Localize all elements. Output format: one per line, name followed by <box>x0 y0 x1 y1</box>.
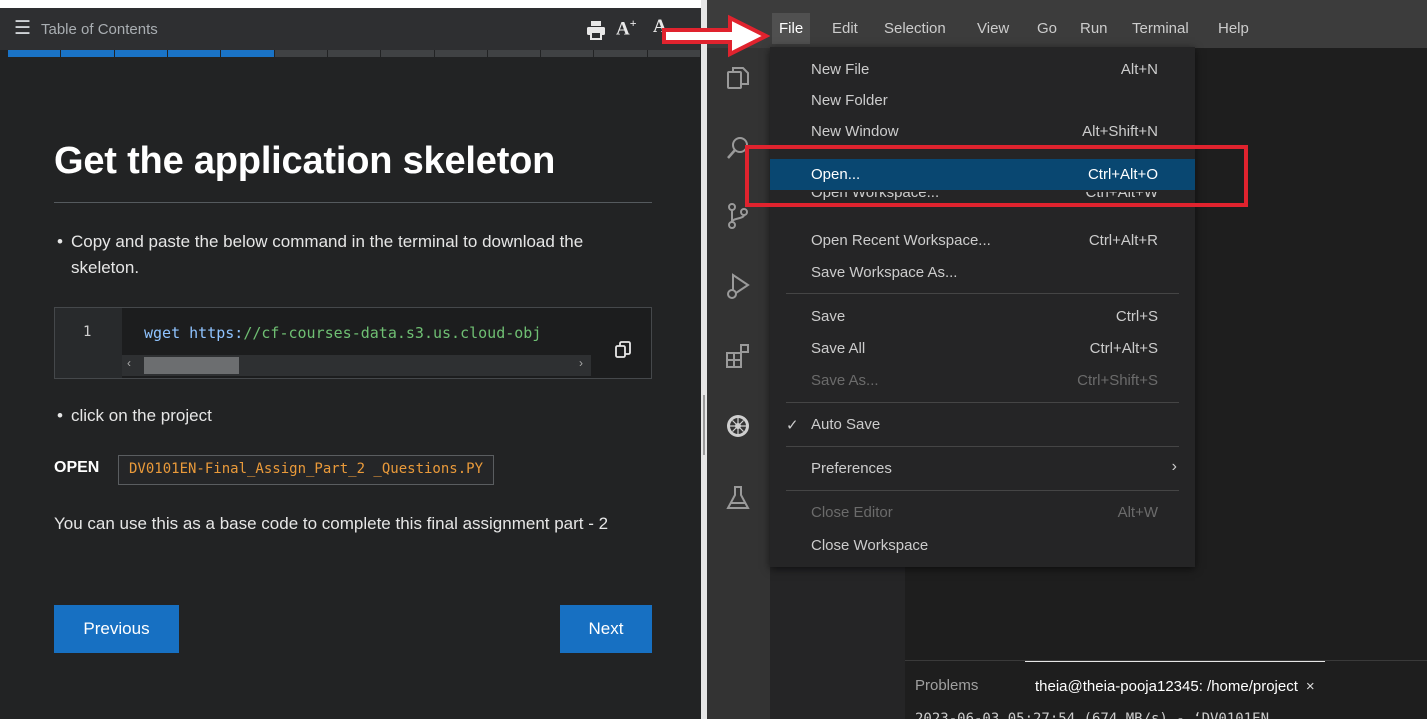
progress-segment[interactable] <box>114 50 167 57</box>
progress-segment[interactable] <box>327 50 381 57</box>
scroll-left-icon[interactable]: ‹ <box>127 356 131 370</box>
lab-instructions-pane: ☰ Table of Contents A+ A Get the applica… <box>0 0 701 719</box>
progress-segment[interactable] <box>487 50 541 57</box>
code-text[interactable]: wget https://cf-courses-data.s3.us.cloud… <box>144 324 589 342</box>
menu-item-new-folder[interactable]: New Folder <box>770 85 1195 116</box>
tab-terminal[interactable]: theia@theia-pooja12345: /home/project × <box>1025 661 1325 709</box>
resize-grip[interactable] <box>703 395 705 455</box>
menu-view[interactable]: View <box>977 20 1009 37</box>
menu-separator <box>786 293 1179 294</box>
menu-item-save[interactable]: Save Ctrl+S <box>770 301 1195 332</box>
menu-item-save-workspace-as[interactable]: Save Workspace As... <box>770 257 1195 288</box>
menu-selection[interactable]: Selection <box>884 20 946 37</box>
file-menu-dropdown: New File Alt+N New Folder New Window Alt+S… <box>770 47 1195 567</box>
code-url-scheme: https: <box>189 324 244 342</box>
menu-separator <box>786 402 1179 403</box>
menu-item-close-workspace[interactable]: Close Workspace <box>770 530 1195 561</box>
menu-item-save-all[interactable]: Save All Ctrl+Alt+S <box>770 333 1195 364</box>
hamburger-menu-icon[interactable]: ☰ <box>14 19 31 39</box>
annotation-highlight-box <box>745 145 1248 207</box>
progress-segment[interactable] <box>167 50 221 57</box>
toc-header: ☰ Table of Contents A+ A <box>0 8 701 50</box>
instruction-bullet-click: click on the project <box>57 403 212 429</box>
open-filename: DV0101EN-Final_Assign_Part_2 _Questions.… <box>118 455 495 485</box>
progress-segment[interactable] <box>541 50 594 57</box>
menu-edit[interactable]: Edit <box>832 20 858 37</box>
code-command: wget <box>144 324 181 342</box>
top-strip <box>0 0 701 8</box>
page-title: Get the application skeleton <box>54 140 556 182</box>
menu-go[interactable]: Go <box>1037 20 1057 37</box>
code-line-number: 1 <box>83 324 92 340</box>
terminal-output: 2023-06-03 05:27:54 (674 MB/s) - ‘DV0101… <box>915 711 1270 719</box>
print-icon[interactable] <box>585 19 607 41</box>
scroll-right-icon[interactable]: › <box>579 356 583 370</box>
tab-problems[interactable]: Problems <box>915 677 978 694</box>
chevron-right-icon: › <box>1171 458 1177 475</box>
title-divider <box>54 202 652 203</box>
menu-terminal[interactable]: Terminal <box>1132 20 1189 37</box>
testing-flask-icon[interactable] <box>724 484 752 512</box>
menu-help[interactable]: Help <box>1218 20 1249 37</box>
progress-bar <box>8 50 701 57</box>
menu-file[interactable]: File <box>772 13 811 44</box>
explorer-icon[interactable] <box>724 64 752 92</box>
menu-separator <box>786 446 1179 447</box>
copy-icon[interactable] <box>613 340 633 360</box>
progress-segment[interactable] <box>381 50 434 57</box>
progress-segment[interactable] <box>594 50 647 57</box>
code-block: 1 wget https://cf-courses-data.s3.us.clo… <box>54 307 652 379</box>
open-label: OPEN <box>54 459 100 476</box>
menu-item-new-file[interactable]: New File Alt+N <box>770 54 1195 85</box>
progress-segment[interactable] <box>8 50 61 57</box>
code-url-rest: //cf-courses-data.s3.us.cloud-obj <box>243 324 542 342</box>
menu-bar: File Edit Selection View Go Run Terminal… <box>707 0 1427 48</box>
toc-title[interactable]: Table of Contents <box>41 21 158 38</box>
progress-segment[interactable] <box>274 50 327 57</box>
progress-segment[interactable] <box>221 50 274 57</box>
menu-item-new-window[interactable]: New Window Alt+Shift+N <box>770 116 1195 147</box>
extensions-icon[interactable] <box>724 342 752 370</box>
bottom-panel: Problems theia@theia-pooja12345: /home/p… <box>905 660 1427 719</box>
menu-item-close-editor: Close Editor Alt+W <box>811 504 1158 521</box>
menu-run[interactable]: Run <box>1080 20 1108 37</box>
progress-segment[interactable] <box>434 50 487 57</box>
code-scrollbar-thumb[interactable] <box>144 357 239 374</box>
font-increase-icon[interactable]: A+ <box>616 16 637 40</box>
ide-window: File Edit Selection View Go Run Terminal… <box>707 0 1427 719</box>
menu-item-open-recent-workspace[interactable]: Open Recent Workspace... Ctrl+Alt+R <box>770 225 1195 256</box>
run-debug-icon[interactable] <box>724 272 752 300</box>
close-icon[interactable]: × <box>1306 678 1315 695</box>
menu-item-preferences[interactable]: Preferences › <box>770 453 1195 484</box>
next-button[interactable]: Next <box>560 605 652 653</box>
progress-segment[interactable] <box>61 50 114 57</box>
previous-button[interactable]: Previous <box>54 605 179 653</box>
annotation-arrow-icon <box>662 14 770 58</box>
instruction-bullet-copy: Copy and paste the below command in the … <box>57 229 631 281</box>
code-gutter <box>55 308 122 378</box>
checkmark-icon: ✓ <box>786 417 799 434</box>
menu-item-save-as: Save As... Ctrl+Shift+S <box>811 372 1158 389</box>
assignment-description: You can use this as a base code to compl… <box>54 514 609 533</box>
menu-separator <box>786 490 1179 491</box>
menu-item-auto-save[interactable]: ✓ Auto Save <box>770 409 1195 440</box>
terminal-tab-label: theia@theia-pooja12345: /home/project <box>1035 678 1298 695</box>
skills-network-icon[interactable] <box>724 412 752 440</box>
